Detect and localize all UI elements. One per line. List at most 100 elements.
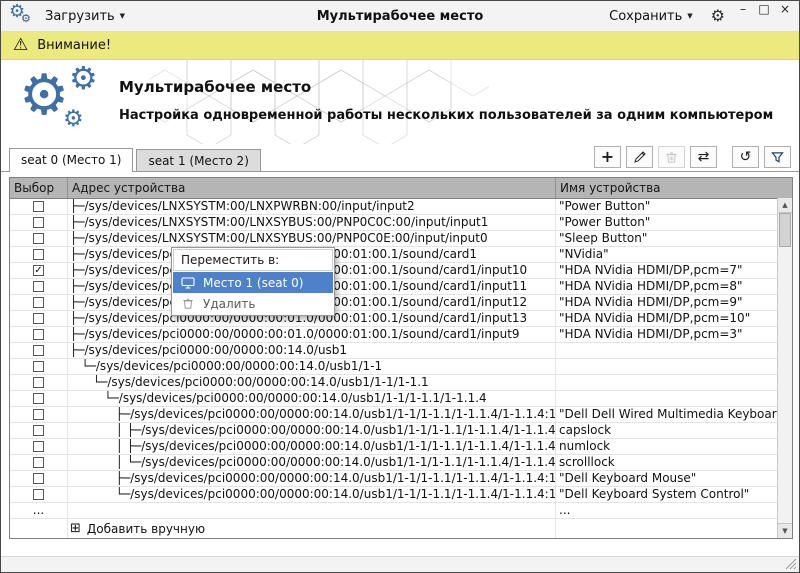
scrollbar-thumb[interactable] xyxy=(779,213,791,247)
gear-icon: ⚙ xyxy=(63,108,84,131)
device-name: "Dell Dell Wired Multimedia Keyboard" xyxy=(556,407,792,422)
table-row[interactable]: │ ├─/sys/devices/pci0000:00/0000:00:14.0… xyxy=(10,423,792,439)
device-address: └─/sys/devices/pci0000:00/0000:00:14.0/u… xyxy=(68,391,556,406)
context-menu-item-delete[interactable]: Удалить xyxy=(173,293,333,314)
device-name xyxy=(556,391,792,406)
row-checkbox[interactable] xyxy=(33,473,44,484)
table-header: Выбор Адрес устройства Имя устройства xyxy=(10,178,792,199)
load-button-label: Загрузить xyxy=(45,9,115,24)
warning-banner: ⚠ Внимание! xyxy=(1,32,799,60)
minimize-button[interactable]: – xyxy=(737,3,749,15)
device-address: ├─/sys/devices/LNXSYSTM:00/LNXPWRBN:00/i… xyxy=(68,199,556,214)
row-checkbox[interactable] xyxy=(33,329,44,340)
device-name: "Dell Keyboard System Control" xyxy=(556,487,792,502)
table-row[interactable]: ├─/sys/devices/pci0000:00/0000:00:14.0/u… xyxy=(10,407,792,423)
edit-button[interactable] xyxy=(626,146,653,168)
device-name: scrolllock xyxy=(556,455,792,470)
row-checkbox[interactable] xyxy=(33,281,44,292)
reset-button[interactable]: ↺ xyxy=(732,146,759,168)
device-name: "NVidia" xyxy=(556,247,792,262)
resize-grip[interactable] xyxy=(785,558,797,570)
column-header-name[interactable]: Имя устройства xyxy=(556,178,792,198)
device-address: ├─/sys/devices/pci0000:00/0000:00:14.0/u… xyxy=(68,343,556,358)
table-row[interactable]: ├─/sys/devices/pci0000:00/0000:00:14.0/u… xyxy=(10,471,792,487)
table-row[interactable]: ├─/sys/devices/LNXSYSTM:00/LNXSYBUS:00/P… xyxy=(10,231,792,247)
device-toolbar: + ⇄ ↺ xyxy=(594,146,791,168)
tab-seat-1[interactable]: seat 1 (Место 2) xyxy=(136,149,260,171)
row-checkbox[interactable] xyxy=(33,441,44,452)
device-address: │ ├─/sys/devices/pci0000:00/0000:00:14.0… xyxy=(68,423,556,438)
table-row[interactable]: ├─/sys/devices/pci0000:00/0000:00:14.0/u… xyxy=(10,343,792,359)
row-checkbox[interactable] xyxy=(33,489,44,500)
gear-icon: ⚙ xyxy=(19,68,69,124)
chevron-down-icon: ▼ xyxy=(687,12,692,20)
settings-gear-button[interactable]: ⚙ xyxy=(711,8,725,24)
device-address: ├─/sys/devices/pci0000:00/0000:00:01.0/0… xyxy=(68,327,556,342)
table-row[interactable]: ✓ ├─/sys/devices/pci0000:00/0000:00:01.0… xyxy=(10,263,792,279)
row-checkbox[interactable]: ✓ xyxy=(33,265,44,276)
context-menu-item-seat[interactable]: Место 1 (seat 0) xyxy=(173,272,333,293)
table-row[interactable]: ├─/sys/devices/pci0000:00/0000:00:01.0/0… xyxy=(10,295,792,311)
filter-button[interactable] xyxy=(764,146,791,168)
vertical-scrollbar[interactable]: ▲ ▼ xyxy=(777,198,792,538)
column-header-select[interactable]: Выбор xyxy=(10,178,68,198)
add-button[interactable]: + xyxy=(594,146,621,168)
delete-button[interactable] xyxy=(658,146,685,168)
row-checkbox[interactable] xyxy=(33,313,44,324)
ellipsis-name: ... xyxy=(556,503,792,518)
table-row[interactable]: │ └─/sys/devices/pci0000:00/0000:00:14.0… xyxy=(10,455,792,471)
gear-icon: ⚙ xyxy=(69,62,98,94)
table-row[interactable]: ├─/sys/devices/pci0000:00/0000:00:01.0/0… xyxy=(10,279,792,295)
page-subtitle: Настройка одновременной работы нескольки… xyxy=(119,108,773,123)
device-name xyxy=(556,375,792,390)
table-row[interactable]: ├─/sys/devices/pci0000:00/0000:00:01.0/0… xyxy=(10,311,792,327)
app-logo-gears: ⚙ ⚙ ⚙ xyxy=(15,64,115,142)
table-row[interactable]: ├─/sys/devices/LNXSYSTM:00/LNXSYBUS:00/P… xyxy=(10,215,792,231)
app-gears-icon: ⚙ ⚙ xyxy=(9,4,35,28)
context-menu-item-label: Место 1 (seat 0) xyxy=(203,276,303,290)
row-checkbox[interactable] xyxy=(33,425,44,436)
load-button[interactable]: Загрузить ▼ xyxy=(41,7,129,26)
trash-icon xyxy=(665,151,678,164)
title-bar: ⚙ ⚙ Загрузить ▼ Мультирабочее место Сохр… xyxy=(1,1,799,32)
tab-bar: seat 0 (Место 1) seat 1 (Место 2) + ⇄ ↺ xyxy=(1,144,799,172)
device-name xyxy=(556,359,792,374)
trash-icon xyxy=(180,297,196,310)
row-checkbox[interactable] xyxy=(33,377,44,388)
table-row[interactable]: ├─/sys/devices/pci0000:00/0000:00:01.0/0… xyxy=(10,327,792,343)
squared-plus-icon: ⊞ xyxy=(70,522,81,535)
row-checkbox[interactable] xyxy=(33,345,44,356)
close-button[interactable]: × xyxy=(779,3,791,15)
device-address: │ ├─/sys/devices/pci0000:00/0000:00:14.0… xyxy=(68,439,556,454)
row-checkbox[interactable] xyxy=(33,297,44,308)
ellipsis-select: ... xyxy=(10,503,68,518)
row-checkbox[interactable] xyxy=(33,361,44,372)
scroll-up-button[interactable]: ▲ xyxy=(778,198,792,213)
tab-seat-0[interactable]: seat 0 (Место 1) xyxy=(9,148,133,172)
scroll-down-button[interactable]: ▼ xyxy=(778,523,792,538)
table-row[interactable]: └─/sys/devices/pci0000:00/0000:00:14.0/u… xyxy=(10,359,792,375)
maximize-button[interactable]: □ xyxy=(758,3,770,15)
chevron-down-icon: ▼ xyxy=(120,12,125,20)
table-row[interactable]: └─/sys/devices/pci0000:00/0000:00:14.0/u… xyxy=(10,375,792,391)
table-row[interactable]: ├─/sys/devices/LNXSYSTM:00/LNXPWRBN:00/i… xyxy=(10,199,792,215)
table-row[interactable]: ├─/sys/devices/pci0000:00/0000:00:01.0/0… xyxy=(10,247,792,263)
add-manually-row[interactable]: ⊞ Добавить вручную xyxy=(10,519,792,538)
row-checkbox[interactable] xyxy=(33,457,44,468)
table-row[interactable]: └─/sys/devices/pci0000:00/0000:00:14.0/u… xyxy=(10,391,792,407)
row-checkbox[interactable] xyxy=(33,409,44,420)
column-header-address[interactable]: Адрес устройства xyxy=(68,178,556,198)
row-checkbox[interactable] xyxy=(33,233,44,244)
table-row[interactable]: │ ├─/sys/devices/pci0000:00/0000:00:14.0… xyxy=(10,439,792,455)
row-checkbox[interactable] xyxy=(33,249,44,260)
row-checkbox[interactable] xyxy=(33,217,44,228)
gear-icon: ⚙ xyxy=(21,13,31,24)
device-name: "HDA NVidia HDMI/DP,pcm=8" xyxy=(556,279,792,294)
row-checkbox[interactable] xyxy=(33,393,44,404)
ellipsis-address xyxy=(68,503,556,518)
save-button[interactable]: Сохранить ▼ xyxy=(605,7,697,26)
device-name: "Dell Keyboard Mouse" xyxy=(556,471,792,486)
table-row[interactable]: └─/sys/devices/pci0000:00/0000:00:14.0/u… xyxy=(10,487,792,503)
row-checkbox[interactable] xyxy=(33,201,44,212)
swap-button[interactable]: ⇄ xyxy=(690,146,717,168)
